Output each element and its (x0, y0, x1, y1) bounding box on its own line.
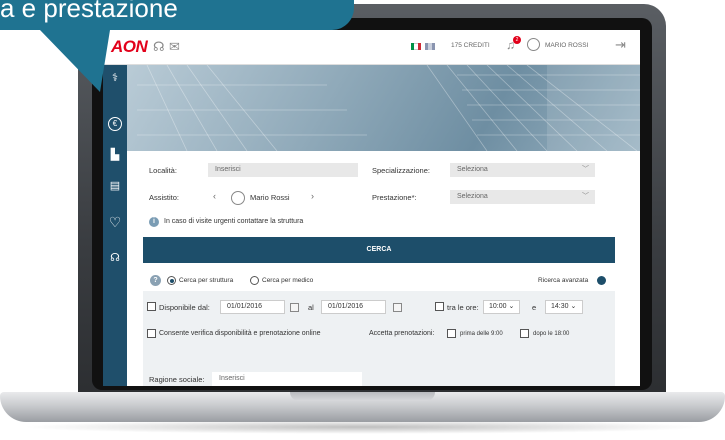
radio-medico[interactable] (250, 276, 259, 285)
user-avatar-icon[interactable] (527, 38, 540, 51)
sidebar-heart-icon[interactable]: ♡ (108, 215, 122, 229)
assistito-label: Assistito: (149, 193, 180, 202)
localita-input[interactable]: Inserisci (208, 163, 358, 177)
headset-icon[interactable]: ☊ (153, 39, 165, 55)
user-name[interactable]: MARIO ROSSI (545, 42, 588, 49)
specializzazione-label: Specializzazione: (372, 166, 430, 175)
notification-badge: 2 (513, 36, 521, 44)
calendar-icon[interactable] (290, 303, 299, 312)
specializzazione-value: Seleziona (457, 166, 488, 173)
specializzazione-select[interactable]: Seleziona ﹀ (450, 163, 595, 177)
callout-bubble: a e prestazione (0, 0, 354, 30)
date-from-input[interactable]: 01/01/2016 (220, 300, 285, 314)
time-from-value: 10:00 (489, 303, 507, 310)
sidebar-chart-icon[interactable]: ▙ (108, 148, 122, 162)
info-icon: i (149, 217, 159, 227)
sidebar: ⚕ € ▙ ▤ ♡ ☊ (103, 65, 127, 386)
radio-medico-label: Cerca per medico (262, 277, 314, 284)
advanced-filters: Disponibile dal: 01/01/2016 al 01/01/201… (143, 291, 615, 386)
tra-le-ore-checkbox[interactable] (435, 302, 444, 311)
prestazione-select[interactable]: Seleziona ﹀ (450, 190, 595, 204)
mail-icon[interactable]: ✉ (169, 39, 180, 55)
chevron-down-icon: ⌄ (508, 303, 515, 310)
ricerca-avanzata-link[interactable]: Ricerca avanzata (538, 277, 588, 284)
tra-le-ore-label: tra le ore: (447, 303, 479, 312)
accetta-label: Accetta prenotazioni: (369, 330, 435, 337)
radio-struttura[interactable] (167, 276, 176, 285)
calendar-icon[interactable] (393, 303, 402, 312)
chevron-down-icon: ﹀ (582, 193, 589, 200)
assistito-prev-icon[interactable]: ‹ (213, 191, 216, 201)
dopo-checkbox[interactable] (520, 329, 529, 338)
localita-label: Località: (149, 166, 177, 175)
chevron-down-icon: ⌄ (570, 303, 577, 310)
date-to-input[interactable]: 01/01/2016 (321, 300, 386, 314)
sidebar-headset-icon[interactable]: ☊ (108, 251, 122, 265)
verifica-checkbox[interactable] (147, 329, 156, 338)
italian-flag-icon[interactable] (411, 43, 421, 50)
disponibile-checkbox[interactable] (147, 302, 156, 311)
laptop-notch (290, 392, 435, 401)
ragione-input[interactable]: Inserisci (212, 372, 362, 386)
dopo-label: dopo le 18:00 (533, 331, 570, 337)
top-bar: AON ☊ ✉ 175 CREDITI ♫ 2 MARIO ROSSI ⇥ (103, 30, 640, 65)
assistito-avatar-icon (231, 191, 245, 205)
ragione-label: Ragione sociale: (149, 375, 205, 384)
help-icon[interactable]: ? (150, 275, 161, 286)
time-to-value: 14:30 (551, 303, 569, 310)
callout-text: a e prestazione (0, 0, 178, 23)
prestazione-label: Prestazione*: (372, 193, 417, 202)
radio-struttura-label: Cerca per struttura (179, 277, 234, 284)
ricerca-avanzata-toggle-icon[interactable] (597, 276, 606, 285)
building-graphic (137, 65, 640, 151)
logout-icon[interactable]: ⇥ (615, 37, 626, 53)
prima-checkbox[interactable] (447, 329, 456, 338)
search-panel: Località: Inserisci Specializzazione: Se… (143, 151, 615, 291)
uk-flag-icon[interactable] (425, 43, 435, 50)
disponibile-label: Disponibile dal: (159, 303, 210, 312)
e-label: e (532, 303, 537, 312)
laptop-shadow (20, 420, 705, 434)
sidebar-document-icon[interactable]: ▤ (108, 179, 122, 193)
sidebar-euro-icon[interactable]: € (108, 117, 122, 131)
credits-label: 175 CREDITI (451, 42, 490, 49)
verifica-label: Consente verifica disponibilità e prenot… (159, 330, 321, 337)
time-from-select[interactable]: 10:00 ⌄ (483, 300, 520, 314)
prima-label: prima delle 9:00 (460, 331, 503, 337)
time-to-select[interactable]: 14:30 ⌄ (545, 300, 583, 314)
prestazione-value: Seleziona (457, 193, 488, 200)
assistito-name: Mario Rossi (250, 193, 290, 202)
chevron-down-icon: ﹀ (582, 166, 589, 173)
app-screen: AON ☊ ✉ 175 CREDITI ♫ 2 MARIO ROSSI ⇥ ⚕ … (103, 30, 640, 386)
cerca-button[interactable]: CERCA (143, 237, 615, 263)
hero-banner (127, 65, 640, 151)
al-label: al (308, 303, 314, 312)
assistito-next-icon[interactable]: › (311, 191, 314, 201)
info-text: In caso di visite urgenti contattare la … (164, 218, 304, 225)
